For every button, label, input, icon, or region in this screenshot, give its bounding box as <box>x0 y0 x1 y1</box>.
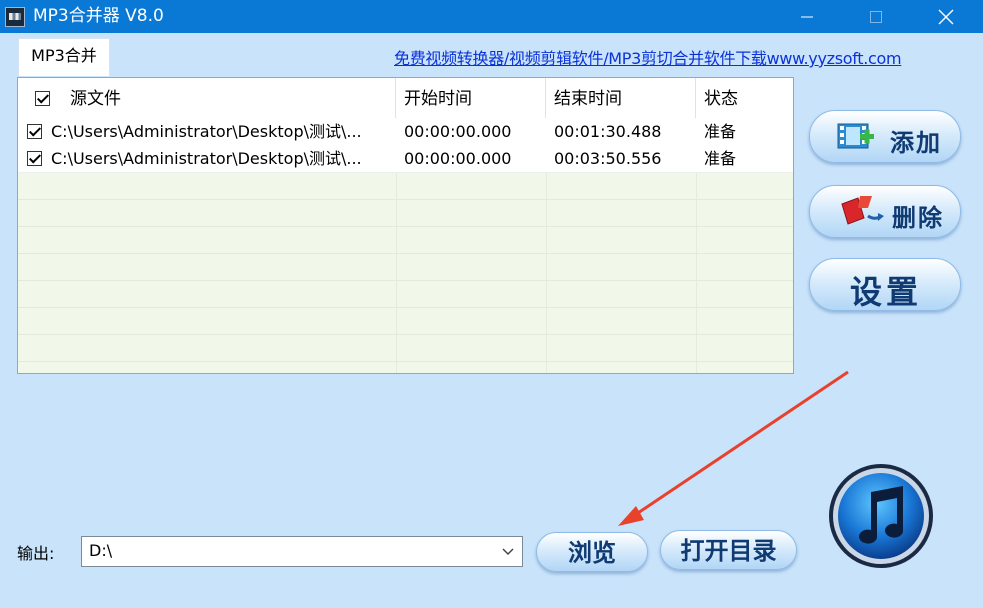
grid-line <box>18 199 793 200</box>
browse-button[interactable]: 浏览 <box>536 532 648 572</box>
add-button-label: 添加 <box>890 129 942 157</box>
output-path-select[interactable]: D:\ <box>81 536 523 567</box>
maximize-icon <box>870 10 882 23</box>
column-header-end[interactable]: 结束时间 <box>546 78 696 118</box>
app-icon <box>5 7 25 27</box>
grid-line <box>18 307 793 308</box>
row-status: 准备 <box>704 149 737 168</box>
window-title: MP3合并器 V8.0 <box>33 6 164 26</box>
settings-button-label: 设置 <box>850 273 923 311</box>
delete-icon <box>841 196 884 225</box>
column-header-start[interactable]: 开始时间 <box>396 78 546 118</box>
minimize-button[interactable] <box>784 0 830 33</box>
delete-button[interactable]: 删除 <box>809 185 961 238</box>
row-file-path: C:\Users\Administrator\Desktop\测试\... <box>51 149 362 168</box>
film-plus-icon <box>837 123 874 149</box>
table-row[interactable]: C:\Users\Administrator\Desktop\测试\... 00… <box>18 118 793 146</box>
file-table: 源文件 开始时间 结束时间 状态 C:\Users\Administrator\… <box>17 77 794 374</box>
maximize-button[interactable] <box>853 0 899 33</box>
add-button[interactable]: 添加 <box>809 110 961 163</box>
output-label: 输出: <box>17 544 55 563</box>
row-end-time: 00:03:50.556 <box>554 149 662 168</box>
column-header-status[interactable]: 状态 <box>696 78 793 118</box>
title-bar: MP3合并器 V8.0 <box>0 0 983 33</box>
row-end-time: 00:01:30.488 <box>554 122 662 141</box>
row-status: 准备 <box>704 122 737 141</box>
row-start-time: 00:00:00.000 <box>404 122 512 141</box>
grid-line <box>18 361 793 362</box>
table-row[interactable]: C:\Users\Administrator\Desktop\测试\... 00… <box>18 145 793 173</box>
grid-line <box>18 253 793 254</box>
row-start-time: 00:00:00.000 <box>404 149 512 168</box>
settings-button[interactable]: 设置 <box>809 258 961 311</box>
close-button[interactable] <box>923 0 969 33</box>
row-checkbox[interactable] <box>27 151 42 166</box>
close-icon <box>938 9 954 24</box>
music-note-icon[interactable] <box>827 462 935 570</box>
grid-line <box>18 226 793 227</box>
chevron-down-icon[interactable] <box>500 543 516 559</box>
row-file-path: C:\Users\Administrator\Desktop\测试\... <box>51 122 362 141</box>
grid-line <box>18 280 793 281</box>
select-all-checkbox[interactable] <box>35 91 50 106</box>
column-header-source[interactable]: 源文件 <box>18 78 396 118</box>
row-checkbox[interactable] <box>27 124 42 139</box>
tab-mp3-merge[interactable]: MP3合并 <box>18 38 110 76</box>
download-link[interactable]: 免费视频转换器/视频剪辑软件/MP3剪切合并软件下载www.yyzsoft.co… <box>394 45 902 69</box>
open-directory-button[interactable]: 打开目录 <box>660 530 797 570</box>
grid-line <box>18 334 793 335</box>
table-header: 源文件 开始时间 结束时间 状态 <box>18 78 793 119</box>
delete-button-label: 删除 <box>892 204 944 232</box>
output-path-value: D:\ <box>89 541 113 560</box>
minimize-icon <box>801 16 813 17</box>
